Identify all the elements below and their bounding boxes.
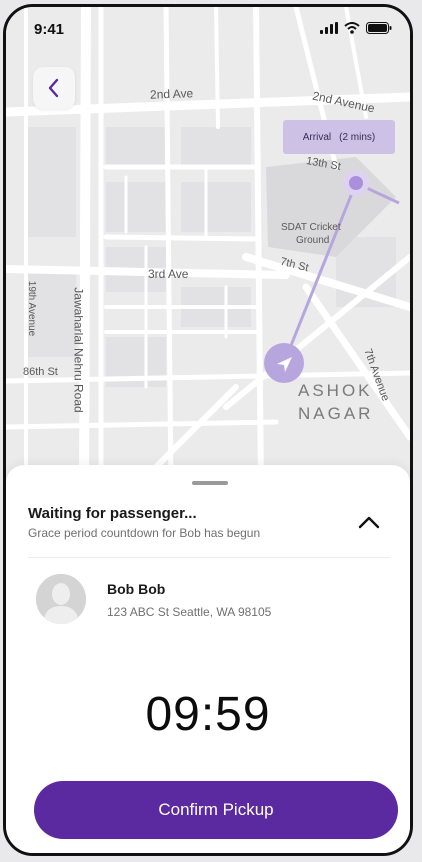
divider — [28, 557, 390, 558]
passenger-address: 123 ABC St Seattle, WA 98105 — [107, 605, 272, 619]
passenger-name: Bob Bob — [107, 581, 166, 597]
phone-frame: 2nd Ave 2nd Avenue 13th St SDAT Cricket … — [3, 4, 413, 856]
arrival-label: Arrival — [302, 131, 332, 143]
destination-pin[interactable] — [349, 176, 363, 190]
status-icons — [320, 22, 392, 34]
countdown-timer: 09:59 — [145, 688, 271, 741]
place-label-sdat-line2: Ground — [296, 235, 330, 246]
chevron-left-icon — [48, 78, 59, 98]
battery-icon — [366, 22, 392, 34]
wifi-icon — [344, 22, 360, 34]
bottom-sheet: Waiting for passenger... Grace period co… — [6, 465, 410, 853]
grace-period-subtitle: Grace period countdown for Bob has begun — [28, 526, 261, 540]
street-label-86th-st: 86th St — [23, 366, 58, 378]
back-button[interactable] — [33, 67, 75, 109]
chevron-up-icon — [358, 516, 380, 529]
avatar-placeholder-icon — [36, 574, 86, 624]
area-label-ashok: ASHOK — [298, 381, 373, 400]
status-time: 9:41 — [34, 21, 65, 38]
avatar — [36, 574, 86, 624]
signal-icon — [320, 22, 338, 34]
arrival-eta: (2 mins) — [339, 131, 376, 143]
street-label-3rd-ave: 3rd Ave — [148, 267, 189, 281]
collapse-sheet-button[interactable] — [354, 509, 384, 535]
street-label-jawaharlal-nehru-road: Jawaharlal Nehru Road — [71, 287, 86, 413]
street-label-19th-avenue: 19th Avenue — [26, 280, 38, 337]
arrival-eta-chip: Arrival (2 mins) — [283, 120, 395, 154]
status-bar: 9:41 — [6, 7, 410, 51]
street-label-2nd-ave: 2nd Ave — [149, 86, 194, 102]
area-label-nagar: NAGAR — [298, 404, 374, 423]
confirm-pickup-button[interactable]: Confirm Pickup — [34, 781, 398, 839]
sheet-drag-handle[interactable] — [192, 481, 228, 485]
waiting-title: Waiting for passenger... — [28, 505, 197, 522]
place-label-sdat-line1: SDAT Cricket — [281, 222, 341, 233]
